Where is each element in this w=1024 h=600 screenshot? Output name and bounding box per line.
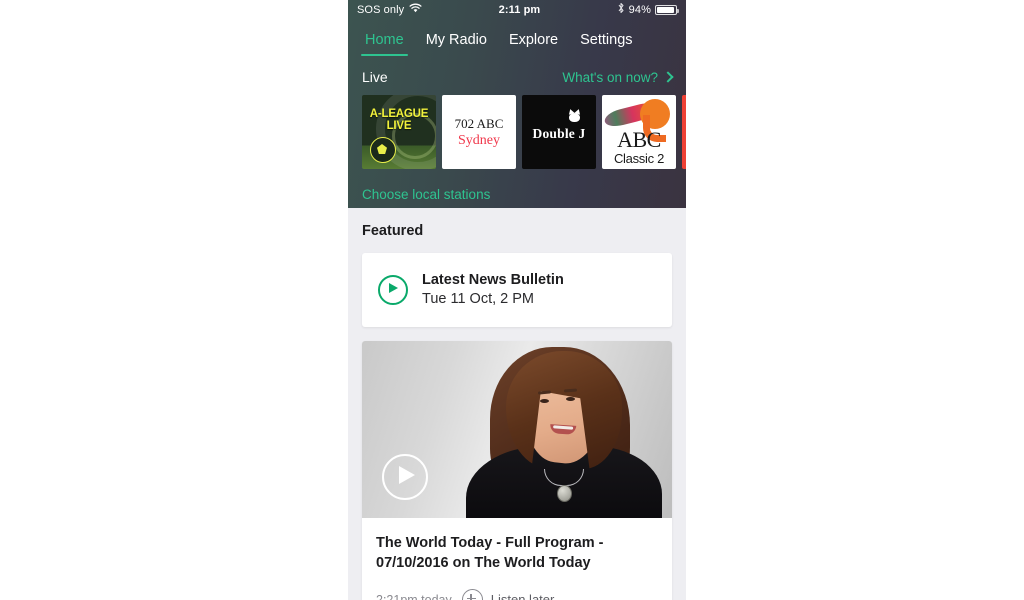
station-tile-702-abc-sydney[interactable]: 702 ABC Sydney <box>442 95 516 169</box>
latest-news-bulletin-card[interactable]: Latest News Bulletin Tue 11 Oct, 2 PM <box>362 253 672 327</box>
listen-later-label: Listen later <box>490 592 555 600</box>
abc-classic-line1: ABC <box>617 127 661 152</box>
play-circle-icon[interactable] <box>378 275 408 305</box>
status-bar-left: SOS only <box>357 3 422 16</box>
702-line2: Sydney <box>458 133 500 148</box>
soccer-ball-icon <box>370 137 396 163</box>
live-title: Live <box>362 69 388 85</box>
whats-on-now-label: What's on now? <box>562 69 658 85</box>
status-bar: SOS only 2:11 pm 94% <box>348 0 686 19</box>
station-tile-abc-classic-2[interactable]: ABC Classic 2 <box>602 95 676 169</box>
program-card[interactable]: The World Today - Full Program - 07/10/2… <box>362 341 672 600</box>
bluetooth-icon <box>617 2 625 17</box>
tab-my-radio[interactable]: My Radio <box>415 32 498 56</box>
status-bar-right: 94% <box>617 2 679 17</box>
double-j-cat-icon <box>569 113 580 122</box>
double-j-label: Double J <box>532 126 586 141</box>
tab-home-label: Home <box>365 32 404 48</box>
tab-settings[interactable]: Settings <box>569 32 643 56</box>
whats-on-now-link[interactable]: What's on now? <box>562 69 674 85</box>
portrait-pendant <box>557 485 572 502</box>
station-tile-double-j[interactable]: Double J <box>522 95 596 169</box>
phone-screen: SOS only 2:11 pm 94% Home My Radio Explo… <box>348 0 686 600</box>
tab-explore-label: Explore <box>508 32 559 48</box>
bulletin-subtitle: Tue 11 Oct, 2 PM <box>422 291 535 307</box>
portrait-eye-left <box>540 399 549 403</box>
listen-later-button[interactable]: Listen later <box>461 589 555 600</box>
wifi-icon <box>409 3 422 16</box>
program-time: 2:21pm today <box>376 592 452 600</box>
featured-section-label: Featured <box>362 223 424 239</box>
plus-circle-icon <box>461 589 483 600</box>
station-tile-a-league-live[interactable]: A-LEAGUE LIVE <box>362 95 436 169</box>
program-thumbnail[interactable] <box>362 341 672 518</box>
a-league-line2: LIVE <box>386 119 412 132</box>
status-bar-time: 2:11 pm <box>498 3 541 16</box>
tab-bar: Home My Radio Explore Settings <box>348 19 686 56</box>
station-tile-partial[interactable] <box>682 95 686 169</box>
a-league-line1: A-LEAGUE <box>369 108 429 120</box>
station-tile-strip[interactable]: A-LEAGUE LIVE 702 ABC Sydney Double J AB… <box>348 95 686 169</box>
tab-active-underline <box>361 53 408 56</box>
tab-settings-label: Settings <box>580 32 633 48</box>
play-button-icon[interactable] <box>382 454 428 500</box>
program-footer: 2:21pm today Listen later <box>376 573 658 600</box>
tab-explore[interactable]: Explore <box>498 32 569 56</box>
chevron-right-icon <box>662 70 674 83</box>
program-title: The World Today - Full Program - 07/10/2… <box>376 535 604 571</box>
tab-home[interactable]: Home <box>354 32 415 56</box>
presenter-portrait-image <box>454 341 664 518</box>
tab-my-radio-label: My Radio <box>425 32 487 48</box>
abc-classic-line2: Classic 2 <box>613 151 665 166</box>
bulletin-title: Latest News Bulletin <box>422 272 564 288</box>
header-block: SOS only 2:11 pm 94% Home My Radio Explo… <box>348 0 686 208</box>
choose-local-stations-link[interactable]: Choose local stations <box>348 169 490 202</box>
bulletin-row[interactable]: Latest News Bulletin Tue 11 Oct, 2 PM <box>362 253 672 327</box>
battery-percent-label: 94% <box>628 3 651 16</box>
battery-icon <box>655 4 679 15</box>
bulletin-text: Latest News Bulletin Tue 11 Oct, 2 PM <box>422 271 564 309</box>
content-area: Featured Latest News Bulletin Tue 11 Oct… <box>348 208 686 600</box>
702-line1: 702 ABC <box>454 116 504 131</box>
portrait-eye-right <box>566 397 575 401</box>
carrier-label: SOS only <box>357 3 405 16</box>
live-section-header: Live What's on now? <box>348 56 686 95</box>
program-meta: The World Today - Full Program - 07/10/2… <box>362 518 672 600</box>
a-league-tile-text: A-LEAGUE LIVE <box>362 108 436 132</box>
